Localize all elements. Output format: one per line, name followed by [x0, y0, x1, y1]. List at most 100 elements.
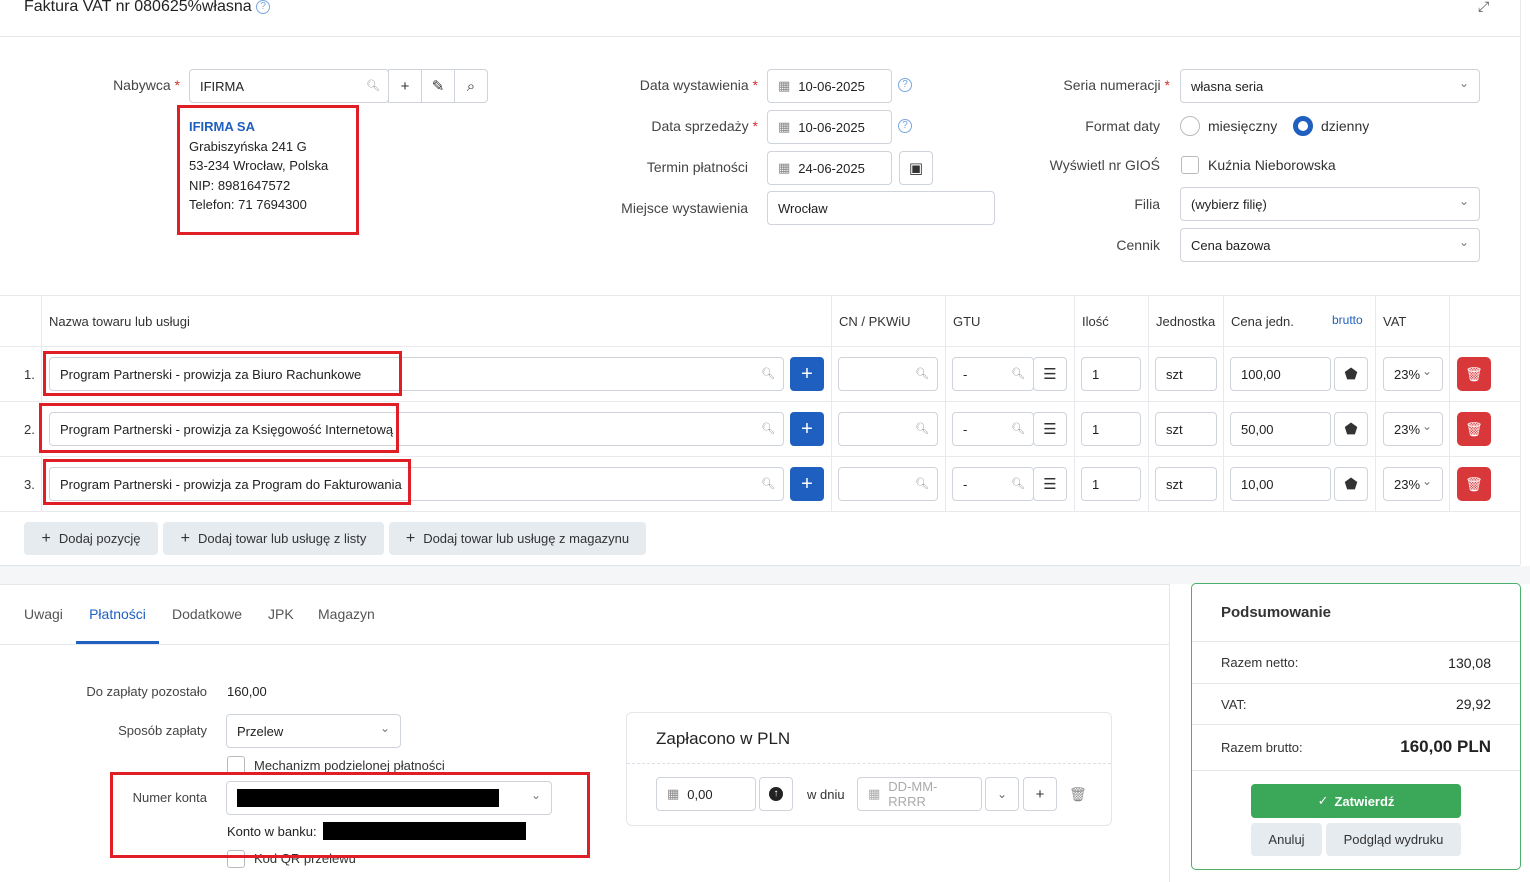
sale-date-input[interactable]: ▦ 10-06-2025: [767, 110, 892, 144]
paid-title: Zapłacono w PLN: [656, 729, 791, 748]
search-icon: 🔍︎: [915, 368, 929, 380]
buyer-input[interactable]: IFIRMA 🔍︎: [189, 69, 389, 103]
upload-button[interactable]: ↑: [759, 777, 793, 811]
buyer-details: IFIRMA SA Grabiszyńska 241 G 53-234 Wroc…: [189, 117, 328, 215]
print-preview-button[interactable]: Podgląd wydruku: [1326, 823, 1461, 856]
vat-select[interactable]: 23%: [1383, 412, 1443, 446]
add-buyer-button[interactable]: +: [388, 69, 422, 103]
price-input[interactable]: 100,00: [1230, 357, 1331, 391]
add-payment-button[interactable]: +: [1023, 777, 1057, 811]
gross-toggle[interactable]: brutto: [1332, 313, 1363, 327]
list-button[interactable]: ☰: [1033, 412, 1067, 446]
calendar-icon: ▦: [778, 119, 791, 134]
payment-method-select[interactable]: Przelew: [226, 714, 401, 748]
add-product-button[interactable]: +: [790, 357, 824, 391]
branch-select[interactable]: (wybierz filię): [1180, 187, 1480, 221]
qty-input[interactable]: 1: [1081, 467, 1141, 501]
delete-row-button[interactable]: 🗑︎: [1457, 412, 1491, 446]
confirm-button[interactable]: ✓ Zatwierdź: [1251, 784, 1461, 818]
list-button[interactable]: ☰: [1033, 357, 1067, 391]
cn-input[interactable]: 🔍︎: [838, 357, 938, 391]
delete-row-button[interactable]: 🗑︎: [1457, 467, 1491, 501]
net-label: Razem netto:: [1221, 655, 1299, 670]
gios-checkbox[interactable]: [1181, 156, 1199, 174]
check-icon: ✓: [1317, 793, 1329, 808]
calendar-icon: ▦: [868, 786, 881, 801]
paid-amount-input[interactable]: ▦ 0,00: [656, 777, 756, 811]
highlight-box: [43, 351, 402, 396]
place-input[interactable]: Wrocław: [767, 191, 995, 225]
cn-input[interactable]: 🔍︎: [838, 412, 938, 446]
monthly-radio[interactable]: [1180, 116, 1200, 136]
calendar-icon: ▦: [778, 78, 791, 93]
tab-additional[interactable]: Dodatkowe: [172, 606, 242, 622]
help-icon[interactable]: ?: [898, 78, 912, 92]
branch-label: Filia: [1134, 196, 1160, 212]
qty-input[interactable]: 1: [1081, 357, 1141, 391]
due-date-input[interactable]: ▦ 24-06-2025: [767, 151, 892, 185]
help-icon[interactable]: ?: [256, 0, 271, 14]
gtu-input[interactable]: - 🔍︎: [952, 412, 1034, 446]
search-icon: 🔍︎: [761, 368, 775, 380]
gtu-input[interactable]: - 🔍︎: [952, 467, 1034, 501]
calendar-button[interactable]: ▣: [899, 151, 933, 185]
search-icon: 🔍︎: [915, 478, 929, 490]
buyer-street: Grabiszyńska 241 G: [189, 138, 307, 154]
add-position-button[interactable]: + Dodaj pozycję: [24, 522, 158, 555]
tab-jpk[interactable]: JPK: [268, 606, 294, 622]
search-icon: 🔍︎: [1011, 368, 1025, 380]
tab-notes[interactable]: Uwagi: [24, 606, 63, 622]
tag-button[interactable]: ⬟: [1334, 357, 1368, 391]
calendar-icon: ▦: [778, 160, 791, 175]
net-value: 130,08: [1448, 655, 1491, 671]
trash-icon[interactable]: 🗑︎: [1069, 786, 1087, 803]
paid-date-input[interactable]: ▦ DD-MM-RRRR: [857, 777, 982, 811]
split-payment-label: Mechanizm podzielonej płatności: [254, 758, 445, 773]
delete-row-button[interactable]: 🗑︎: [1457, 357, 1491, 391]
daily-radio[interactable]: [1293, 116, 1313, 136]
add-product-button[interactable]: +: [790, 412, 824, 446]
pricelist-select[interactable]: Cena bazowa: [1180, 228, 1480, 262]
search-buyer-button[interactable]: ⌕: [454, 69, 488, 103]
sale-date-label: Data sprzedaży *: [651, 118, 758, 134]
unit-input[interactable]: szt: [1155, 357, 1217, 391]
price-input[interactable]: 10,00: [1230, 467, 1331, 501]
add-product-button[interactable]: +: [790, 467, 824, 501]
remaining-value: 160,00: [227, 684, 267, 699]
cn-input[interactable]: 🔍︎: [838, 467, 938, 501]
search-icon: 🔍︎: [366, 80, 380, 92]
buyer-nip: NIP: 8981647572: [189, 177, 291, 193]
monthly-label: miesięczny: [1208, 118, 1278, 134]
series-select[interactable]: własna seria: [1180, 69, 1480, 103]
tag-button[interactable]: ⬟: [1334, 467, 1368, 501]
edit-buyer-button[interactable]: ✎: [421, 69, 455, 103]
tab-warehouse[interactable]: Magazyn: [318, 606, 375, 622]
vat-value: 29,92: [1455, 696, 1491, 712]
col-vat-header: VAT: [1383, 314, 1407, 329]
vat-select[interactable]: 23%: [1383, 357, 1443, 391]
gtu-input[interactable]: - 🔍︎: [952, 357, 1034, 391]
price-input[interactable]: 50,00: [1230, 412, 1331, 446]
pricelist-label: Cennik: [1116, 237, 1160, 253]
add-from-list-button[interactable]: + Dodaj towar lub usługę z listy: [163, 522, 384, 555]
issue-date-input[interactable]: ▦ 10-06-2025: [767, 69, 892, 103]
vat-select[interactable]: 23%: [1383, 467, 1443, 501]
unit-input[interactable]: szt: [1155, 467, 1217, 501]
help-icon[interactable]: ?: [898, 119, 912, 133]
tab-payments[interactable]: Płatności: [76, 598, 159, 644]
expand-icon[interactable]: ⤢: [1478, 0, 1489, 15]
buyer-city: 53-234 Wrocław, Polska: [189, 158, 329, 173]
unit-input[interactable]: szt: [1155, 412, 1217, 446]
cancel-button[interactable]: Anuluj: [1251, 823, 1322, 856]
buyer-name[interactable]: IFIRMA SA: [189, 117, 328, 137]
tag-button[interactable]: ⬟: [1334, 412, 1368, 446]
search-icon: 🔍︎: [761, 478, 775, 490]
buyer-label: Nabywca *: [113, 77, 180, 93]
page-title: Faktura VAT nr 080625%własna ?: [24, 0, 271, 16]
list-button[interactable]: ☰: [1033, 467, 1067, 501]
remaining-label: Do zapłaty pozostało: [86, 684, 207, 699]
col-price-header: Cena jedn.: [1231, 314, 1294, 329]
add-from-warehouse-button[interactable]: + Dodaj towar lub usługę z magazynu: [389, 522, 646, 555]
qty-input[interactable]: 1: [1081, 412, 1141, 446]
chevron-down-icon[interactable]: ⌄: [985, 777, 1019, 811]
